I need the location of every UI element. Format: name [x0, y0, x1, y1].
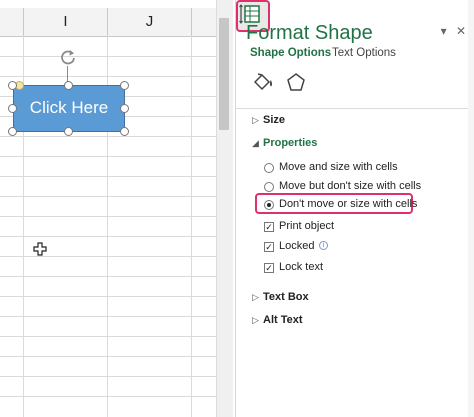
radio-button-selected[interactable] — [264, 200, 274, 210]
pane-scrollbar[interactable] — [468, 0, 474, 417]
size-properties-icon — [239, 4, 260, 24]
radio-button[interactable] — [264, 163, 274, 173]
tab-shape-options[interactable]: Shape Options — [250, 47, 331, 59]
pane-divider — [236, 108, 474, 109]
resize-handle-right[interactable] — [120, 104, 129, 113]
click-here-shape[interactable]: Click Here — [13, 85, 125, 132]
radio-button[interactable] — [264, 182, 274, 192]
checkbox-checked[interactable]: ✓ — [264, 242, 274, 252]
gridline — [0, 316, 216, 317]
cell-cursor-icon — [33, 242, 47, 256]
resize-handle-bottom[interactable] — [64, 127, 73, 136]
gridline — [0, 176, 216, 177]
gridline — [0, 56, 216, 57]
fill-line-icon[interactable] — [248, 68, 278, 98]
gridline — [191, 36, 192, 417]
resize-handle-top[interactable] — [64, 81, 73, 90]
checkbox-checked[interactable]: ✓ — [264, 222, 274, 232]
column-header-row: I J — [0, 8, 216, 37]
gridline — [0, 396, 216, 397]
resize-handle-top-right[interactable] — [120, 81, 129, 90]
gridline — [0, 256, 216, 257]
expand-triangle-icon: ▷ — [252, 115, 259, 125]
info-icon[interactable]: i — [319, 241, 328, 250]
gridline — [0, 296, 216, 297]
pane-controls: ▾ ✕ — [435, 24, 466, 38]
column-header-H[interactable] — [0, 8, 24, 36]
gridline — [0, 356, 216, 357]
gridline — [0, 236, 216, 237]
resize-handle-bottom-left[interactable] — [8, 127, 17, 136]
resize-handle-bottom-right[interactable] — [120, 127, 129, 136]
resize-handle-top-left[interactable] — [8, 81, 17, 90]
format-shape-pane: Format Shape ▾ ✕ Shape Options Text Opti… — [235, 0, 474, 417]
gridline — [0, 336, 216, 337]
column-header-J[interactable]: J — [108, 8, 192, 36]
gridline — [0, 76, 216, 77]
collapse-triangle-icon: ◢ — [252, 138, 259, 148]
effects-icon[interactable] — [281, 68, 311, 98]
worksheet-area[interactable]: I J Click Here — [0, 0, 216, 417]
resize-handle-left[interactable] — [8, 104, 17, 113]
pane-title: Format Shape — [246, 22, 373, 44]
sheet-scrollbar-thumb[interactable] — [219, 18, 229, 130]
expand-triangle-icon: ▷ — [252, 315, 259, 325]
rotate-handle-icon[interactable] — [58, 47, 78, 67]
gridline — [0, 136, 216, 137]
checkbox-checked[interactable]: ✓ — [264, 263, 274, 273]
gridline — [0, 156, 216, 157]
pane-options-dropdown-icon[interactable]: ▾ — [441, 24, 447, 38]
close-icon[interactable]: ✕ — [456, 24, 466, 38]
gridline — [0, 276, 216, 277]
gridline — [0, 376, 216, 377]
tab-text-options[interactable]: Text Options — [332, 47, 396, 59]
gridline — [0, 196, 216, 197]
gridline — [0, 216, 216, 217]
expand-triangle-icon: ▷ — [252, 292, 259, 302]
column-header-I[interactable]: I — [24, 8, 108, 36]
